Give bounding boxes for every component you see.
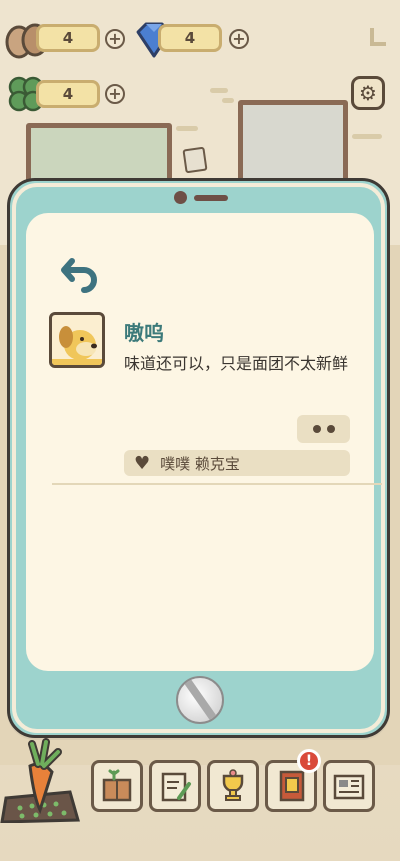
wall-mark bbox=[352, 134, 382, 139]
sender-name: 嗷呜 bbox=[124, 321, 164, 345]
gem-count: 4 bbox=[158, 24, 222, 52]
gear-icon: ⚙ bbox=[359, 81, 377, 105]
wall-mark bbox=[176, 126, 198, 131]
heart-icon: ♥ bbox=[134, 452, 151, 474]
carrot-icon bbox=[0, 738, 80, 824]
egg-count: 4 bbox=[36, 24, 100, 52]
dog-avatar-icon bbox=[52, 326, 102, 365]
dot-icon bbox=[312, 425, 321, 433]
likes-bar: ♥ 噗噗 赖克宝 bbox=[124, 450, 350, 476]
carrot-tray-button[interactable] bbox=[0, 738, 82, 824]
more-options-button[interactable] bbox=[297, 415, 350, 443]
right-window bbox=[238, 100, 348, 190]
cabinet-icon bbox=[102, 769, 132, 802]
phone-camera bbox=[174, 191, 187, 204]
newspaper-icon bbox=[333, 774, 365, 800]
trophy-button[interactable] bbox=[207, 760, 259, 812]
add-gems-button[interactable]: + bbox=[229, 29, 249, 49]
notification-badge: ! bbox=[297, 749, 321, 773]
newspaper-button[interactable] bbox=[323, 760, 375, 812]
back-button[interactable] bbox=[58, 253, 102, 293]
likes-text: 噗噗 赖克宝 bbox=[160, 454, 240, 473]
avatar[interactable] bbox=[49, 312, 105, 368]
phone-screen: 嗷呜 味道还可以，只是面团不太新鲜 ♥ 噗噗 赖克宝 bbox=[26, 213, 382, 671]
add-clovers-button[interactable]: + bbox=[105, 84, 125, 104]
phone-device: 嗷呜 味道还可以，只是面团不太新鲜 ♥ 噗噗 赖克宝 bbox=[7, 178, 390, 738]
home-button[interactable] bbox=[176, 676, 224, 724]
wall-mark bbox=[222, 98, 234, 103]
corner-marker bbox=[370, 28, 386, 46]
message-text: 味道还可以，只是面团不太新鲜 bbox=[124, 354, 349, 373]
note-icon[interactable] bbox=[182, 146, 208, 174]
clipboard-icon bbox=[161, 772, 191, 802]
dot-icon bbox=[326, 425, 335, 433]
phone-speaker bbox=[194, 195, 228, 201]
book-icon bbox=[279, 770, 305, 802]
divider bbox=[52, 483, 382, 485]
trophy-icon bbox=[222, 769, 244, 801]
wall-mark bbox=[210, 88, 228, 93]
clover-count: 4 bbox=[36, 80, 100, 108]
back-arrow-icon bbox=[61, 258, 97, 293]
furniture-button[interactable] bbox=[91, 760, 143, 812]
notes-button[interactable] bbox=[149, 760, 201, 812]
settings-button[interactable]: ⚙ bbox=[351, 76, 385, 110]
add-eggs-button[interactable]: + bbox=[105, 29, 125, 49]
